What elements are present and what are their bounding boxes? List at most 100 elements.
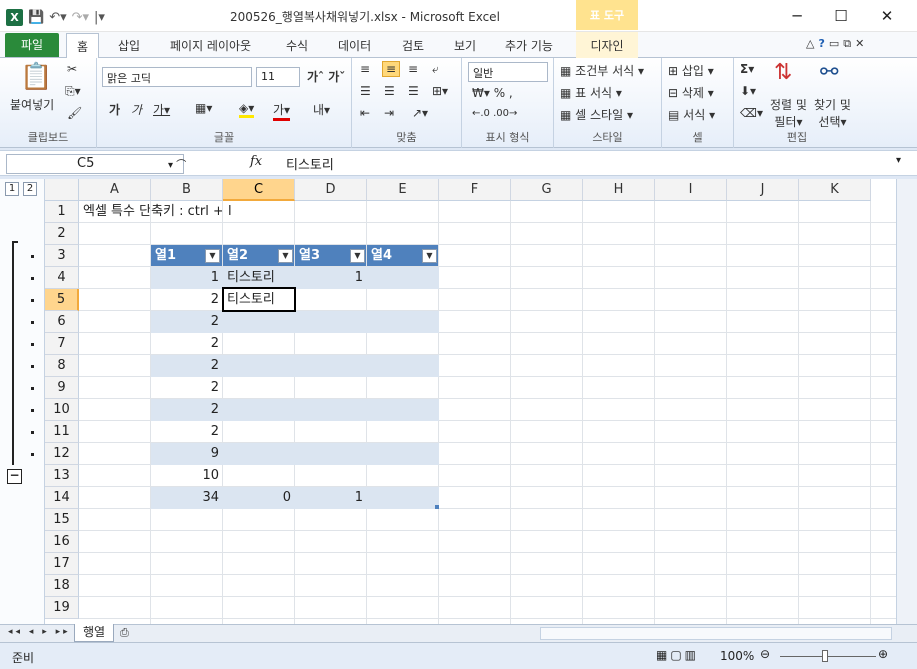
cell-b12[interactable]: 9: [151, 443, 223, 465]
zoom-slider-thumb[interactable]: [822, 650, 828, 662]
fill-icon[interactable]: ⬇▾: [740, 84, 756, 98]
sheet-tab-active[interactable]: 행열: [74, 624, 114, 642]
row-header-14[interactable]: 14: [45, 487, 79, 509]
horizontal-scrollbar[interactable]: [540, 627, 892, 640]
number-format-select[interactable]: 일반: [468, 62, 548, 82]
tab-data[interactable]: 데이터: [338, 37, 371, 54]
table-resize-handle[interactable]: [435, 505, 439, 509]
column-header-e[interactable]: E: [367, 179, 439, 201]
align-bottom-icon[interactable]: ≡: [408, 62, 418, 76]
font-color-icon[interactable]: 가▾: [273, 101, 291, 121]
align-right-icon[interactable]: ☰: [408, 84, 419, 98]
insert-cells-button[interactable]: ⊞ 삽입 ▾: [668, 62, 714, 79]
row-header-5[interactable]: 5: [45, 289, 79, 311]
row-header-15[interactable]: 15: [45, 509, 79, 531]
cell-b11[interactable]: 2: [151, 421, 223, 443]
align-center-icon[interactable]: ☰: [384, 84, 395, 98]
undo-icon[interactable]: ↶▾: [49, 10, 66, 25]
column-header-d[interactable]: D: [295, 179, 367, 201]
cell-b5[interactable]: 2: [151, 289, 223, 311]
formula-input[interactable]: 티스토리: [286, 154, 334, 173]
find-select-button[interactable]: 찾기 및 선택▾: [814, 96, 851, 130]
expand-formula-icon[interactable]: ▾: [896, 155, 901, 166]
select-all-button[interactable]: [45, 179, 79, 201]
redo-icon[interactable]: ↷▾: [72, 10, 89, 25]
align-top-icon[interactable]: ≡: [360, 62, 370, 76]
cell-b9[interactable]: 2: [151, 377, 223, 399]
zoom-level[interactable]: 100%: [720, 649, 754, 663]
filter-dropdown-icon[interactable]: ▼: [278, 249, 293, 263]
column-header-f[interactable]: F: [439, 179, 511, 201]
phonetic-icon[interactable]: 내▾: [313, 101, 330, 118]
italic-icon[interactable]: 가: [131, 101, 142, 118]
tab-formulas[interactable]: 수식: [286, 37, 308, 54]
column-header-i[interactable]: I: [655, 179, 727, 201]
tab-insert[interactable]: 삽입: [118, 37, 140, 54]
cell-a1[interactable]: 엑셀 특수 단축키 : ctrl + l: [79, 201, 236, 223]
row-header-11[interactable]: 11: [45, 421, 79, 443]
zoom-slider[interactable]: [780, 656, 876, 657]
name-box[interactable]: C5: [6, 154, 184, 174]
align-left-icon[interactable]: ☰: [360, 84, 371, 98]
conditional-format-button[interactable]: ▦ 조건부 서식 ▾: [560, 62, 644, 79]
cell-styles-button[interactable]: ▦ 셀 스타일 ▾: [560, 106, 633, 123]
filter-dropdown-icon[interactable]: ▼: [422, 249, 437, 263]
customize-qat-icon[interactable]: |▾: [94, 10, 105, 25]
cell-c4[interactable]: 티스토리: [223, 267, 279, 289]
row-header-6[interactable]: 6: [45, 311, 79, 333]
increase-indent-icon[interactable]: ⇥: [384, 106, 394, 120]
column-header-c[interactable]: C: [223, 179, 295, 201]
row-header-9[interactable]: 9: [45, 377, 79, 399]
cell-d4[interactable]: 1: [295, 267, 367, 289]
cell-b10[interactable]: 2: [151, 399, 223, 421]
row-header-7[interactable]: 7: [45, 333, 79, 355]
tab-design[interactable]: 디자인: [576, 32, 638, 58]
row-header-13[interactable]: 13: [45, 465, 79, 487]
zoom-out-icon[interactable]: ⊖: [760, 647, 770, 661]
cell-b14[interactable]: 34: [151, 487, 223, 509]
row-header-4[interactable]: 4: [45, 267, 79, 289]
vertical-scrollbar[interactable]: [896, 179, 917, 624]
row-header-2[interactable]: 2: [45, 223, 79, 245]
merge-center-icon[interactable]: ⊞▾: [432, 84, 448, 98]
format-table-button[interactable]: ▦ 표 서식 ▾: [560, 84, 622, 101]
cell-b7[interactable]: 2: [151, 333, 223, 355]
sheet-nav-arrows-icon[interactable]: ◂◂ ◂ ▸ ▸▸: [8, 627, 71, 637]
row-header-18[interactable]: 18: [45, 575, 79, 597]
tab-home[interactable]: 홈: [66, 33, 100, 59]
decrease-indent-icon[interactable]: ⇤: [360, 106, 370, 120]
fill-color-icon[interactable]: ◈▾: [239, 101, 255, 118]
insert-sheet-icon[interactable]: ⎙: [120, 626, 129, 640]
column-header-b[interactable]: B: [151, 179, 223, 201]
tab-review[interactable]: 검토: [402, 37, 424, 54]
autosum-icon[interactable]: Σ▾: [740, 62, 754, 76]
format-painter-icon[interactable]: 🖌: [67, 106, 82, 120]
currency-icon[interactable]: ₩▾ % ,: [472, 86, 513, 100]
collapse-group-button[interactable]: −: [7, 469, 22, 484]
tab-file[interactable]: 파일: [5, 33, 59, 57]
row-header-3[interactable]: 3: [45, 245, 79, 267]
zoom-in-icon[interactable]: ⊕: [878, 647, 888, 661]
save-icon[interactable]: 💾: [28, 10, 44, 25]
cell-d14[interactable]: 1: [295, 487, 367, 509]
wrap-text-icon[interactable]: ⤶: [432, 62, 439, 77]
cell-b8[interactable]: 2: [151, 355, 223, 377]
binoculars-icon[interactable]: ⚯: [820, 60, 838, 85]
tab-page-layout[interactable]: 페이지 레이아웃: [170, 37, 251, 54]
border-icon[interactable]: ▦▾: [195, 101, 212, 115]
outline-level-2-button[interactable]: 2: [23, 182, 37, 196]
font-name-select[interactable]: 맑은 고딕: [102, 67, 252, 87]
ribbon-controls-icon[interactable]: △?▭⧉✕: [806, 37, 868, 51]
clear-icon[interactable]: ⌫▾: [740, 106, 763, 120]
column-header-k[interactable]: K: [799, 179, 871, 201]
align-middle-icon[interactable]: ≡: [382, 61, 401, 77]
row-header-19[interactable]: 19: [45, 597, 79, 619]
tab-addins[interactable]: 추가 기능: [505, 37, 553, 54]
sort-filter-button[interactable]: 정렬 및 필터▾: [770, 96, 807, 130]
column-header-j[interactable]: J: [727, 179, 799, 201]
row-header-16[interactable]: 16: [45, 531, 79, 553]
cell-c14[interactable]: 0: [223, 487, 295, 509]
row-header-1[interactable]: 1: [45, 201, 79, 223]
insert-function-button[interactable]: fx: [250, 154, 262, 169]
row-header-10[interactable]: 10: [45, 399, 79, 421]
